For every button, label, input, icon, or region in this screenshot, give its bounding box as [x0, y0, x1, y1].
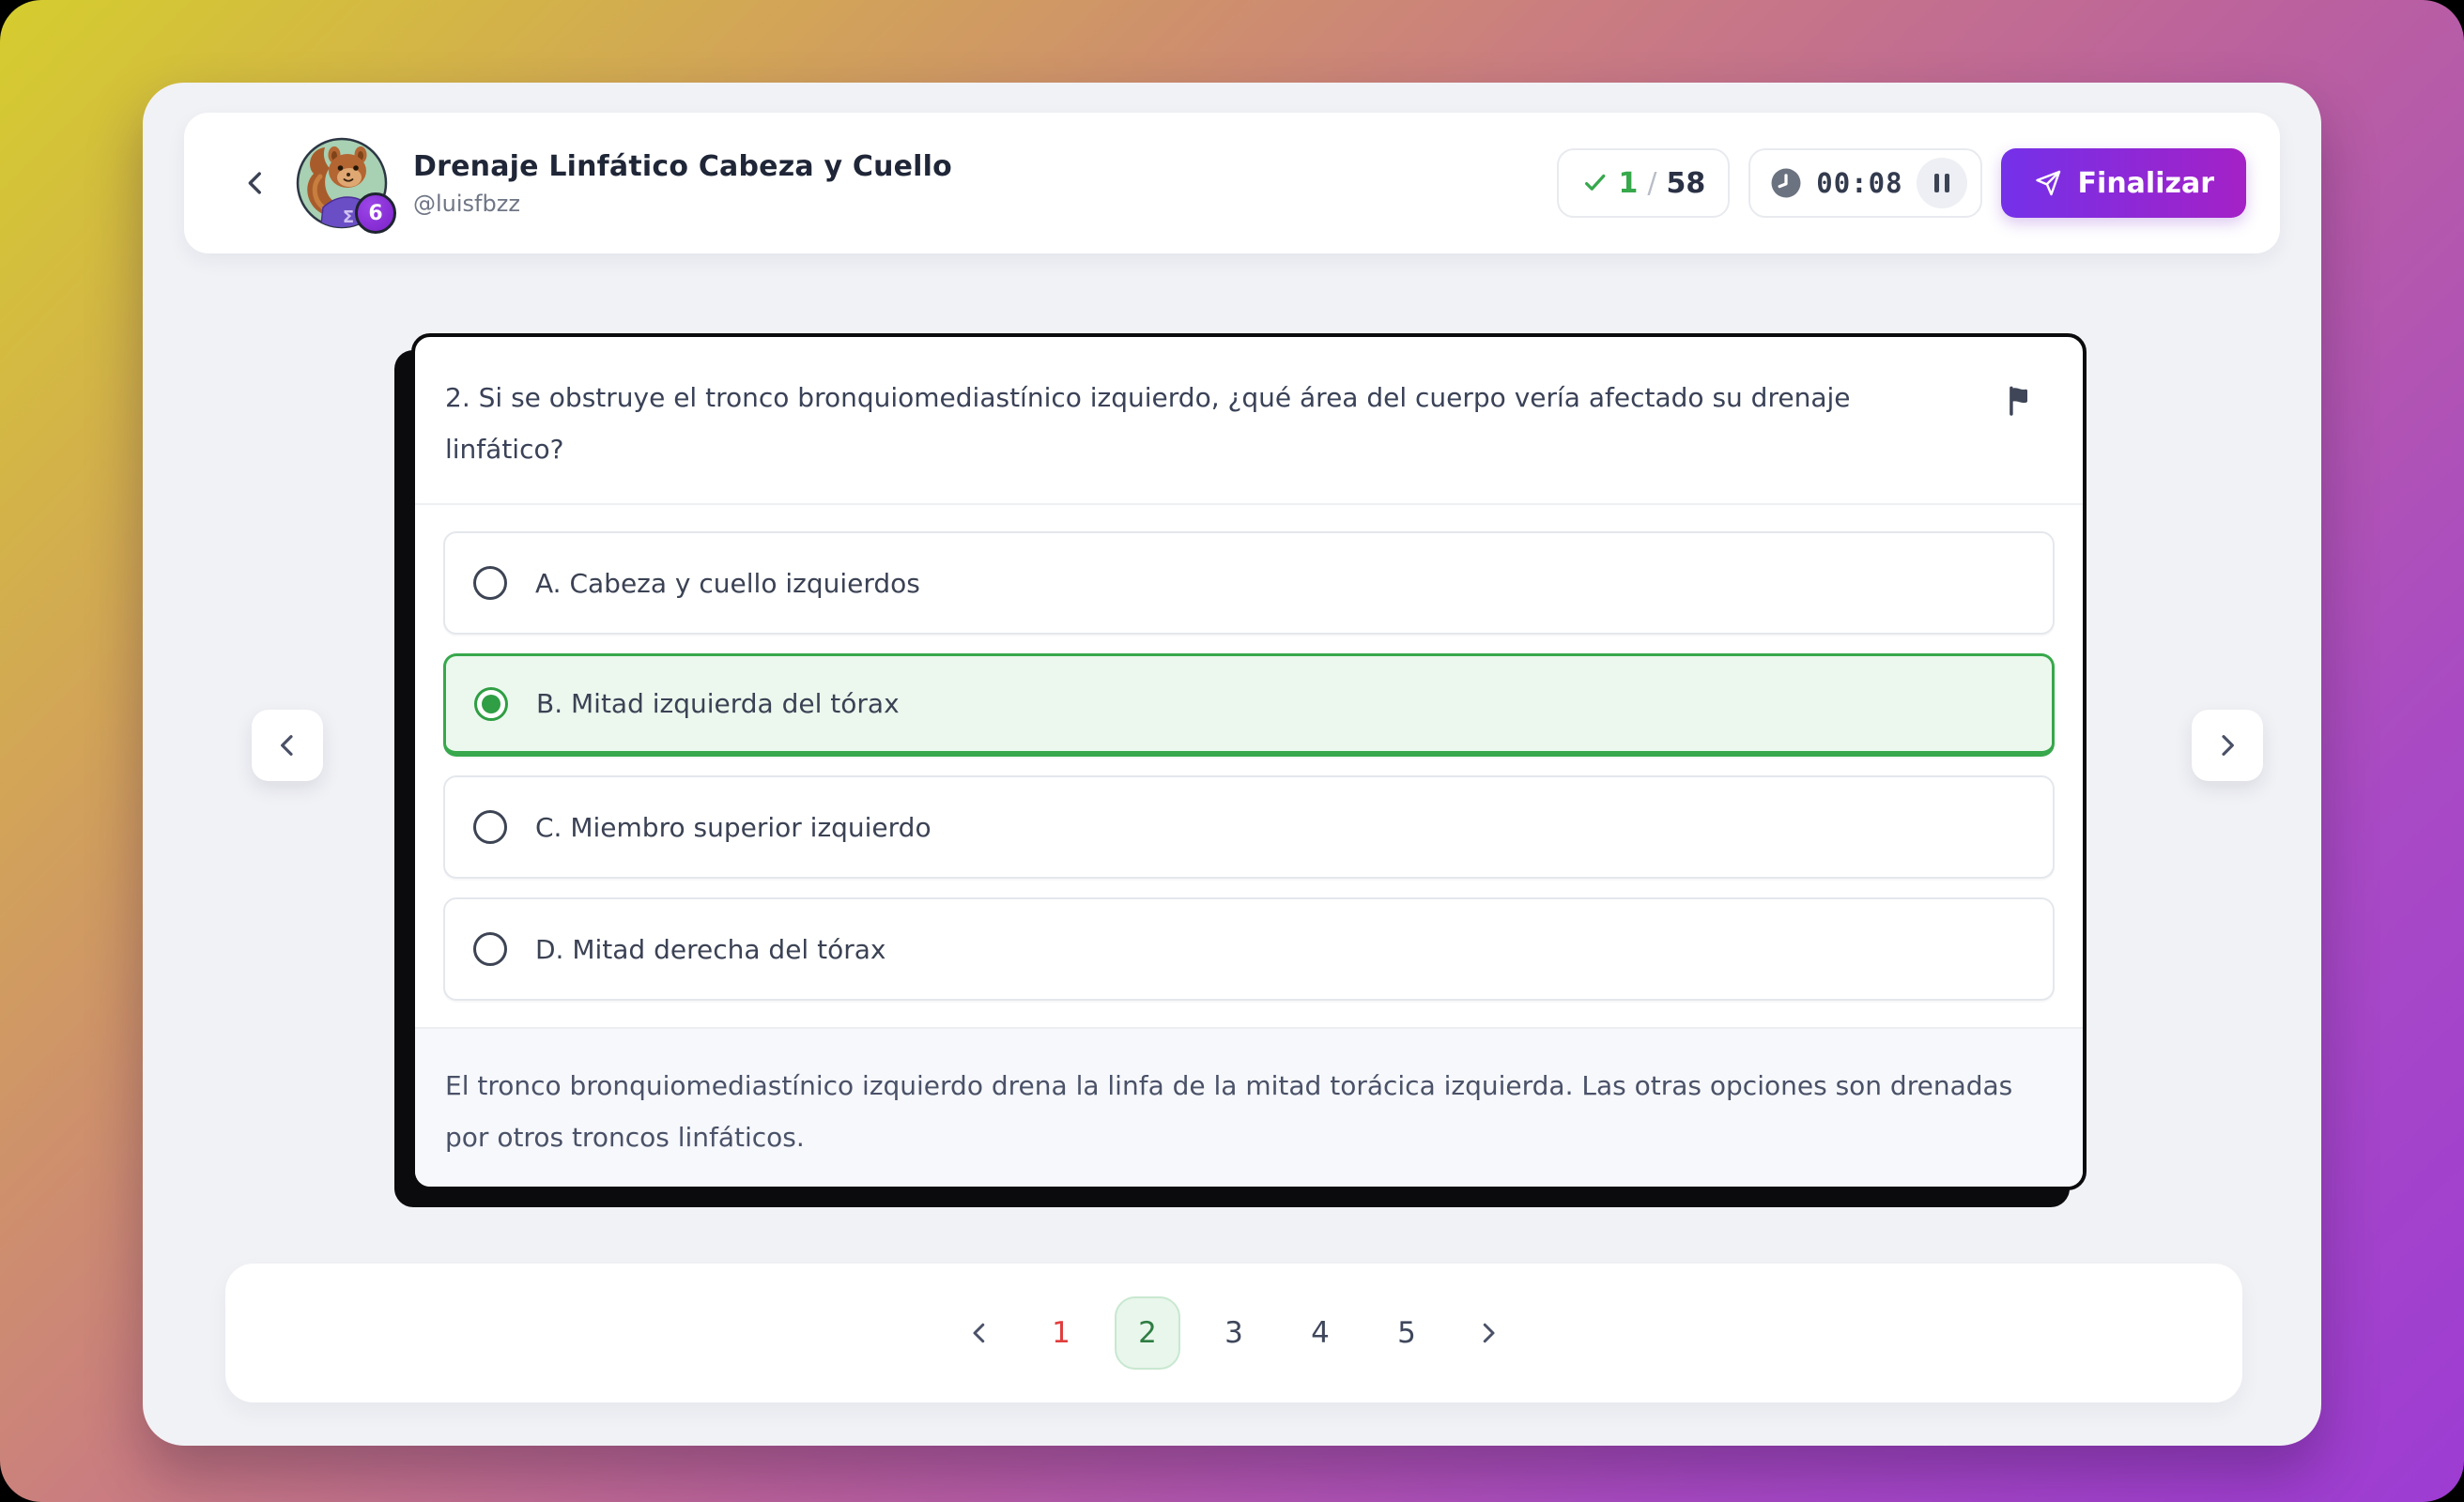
radio-unchecked-icon	[473, 932, 507, 966]
chevron-left-icon	[965, 1319, 993, 1347]
header-titles: Drenaje Linfático Cabeza y Cuello @luisf…	[413, 150, 952, 217]
option-b-selected[interactable]: B. Mitad izquierda del tórax	[443, 653, 2055, 757]
username: @luisfbzz	[413, 191, 952, 217]
finalize-label: Finalizar	[2078, 167, 2214, 200]
page-button-4[interactable]: 4	[1287, 1296, 1353, 1370]
header-actions: 1 / 58 00:08 Finalizar	[1557, 148, 2247, 218]
back-button[interactable]	[233, 161, 278, 206]
option-c[interactable]: C. Miembro superior izquierdo	[443, 775, 2055, 879]
flag-icon	[2004, 382, 2040, 418]
option-label: C. Miembro superior izquierdo	[535, 812, 932, 843]
option-d[interactable]: D. Mitad derecha del tórax	[443, 897, 2055, 1001]
page-button-1[interactable]: 1	[1028, 1296, 1094, 1370]
total-count: 58	[1666, 167, 1705, 200]
radio-unchecked-icon	[473, 566, 507, 600]
option-a[interactable]: A. Cabeza y cuello izquierdos	[443, 531, 2055, 635]
options-list: A. Cabeza y cuello izquierdos B. Mitad i…	[415, 505, 2083, 1027]
option-label: B. Mitad izquierda del tórax	[536, 688, 900, 719]
question-card: 2. Si se obstruye el tronco bronquiomedi…	[411, 333, 2087, 1190]
svg-text:Σ: Σ	[343, 207, 354, 227]
pagination-bar: 1 2 3 4 5	[225, 1264, 2242, 1402]
progress-counter: 1 / 58	[1557, 148, 1731, 218]
timer: 00:08	[1748, 148, 1981, 218]
option-label: A. Cabeza y cuello izquierdos	[535, 568, 920, 599]
pagination-prev-button[interactable]	[951, 1305, 1008, 1361]
send-icon	[2033, 168, 2063, 198]
chevron-right-icon	[2212, 730, 2242, 760]
clock-icon	[1769, 166, 1803, 200]
answered-count: 1	[1619, 167, 1639, 200]
pause-button[interactable]	[1917, 158, 1967, 208]
page-button-3[interactable]: 3	[1201, 1296, 1267, 1370]
timer-value: 00:08	[1816, 167, 1902, 199]
check-icon	[1581, 169, 1609, 197]
pagination-next-button[interactable]	[1460, 1305, 1517, 1361]
chevron-right-icon	[1474, 1319, 1502, 1347]
previous-question-button[interactable]	[252, 710, 323, 781]
flag-question-button[interactable]	[1998, 376, 2045, 423]
option-label: D. Mitad derecha del tórax	[535, 934, 886, 965]
question-header: 2. Si se obstruye el tronco bronquiomedi…	[415, 337, 2083, 505]
chevron-left-icon	[272, 730, 302, 760]
question-text: 2. Si se obstruye el tronco bronquiomedi…	[445, 373, 1998, 475]
radio-checked-icon	[474, 687, 508, 721]
page-button-2-current[interactable]: 2	[1115, 1296, 1180, 1370]
next-question-button[interactable]	[2192, 710, 2263, 781]
quiz-app-panel: Σ 6 Drenaje Linfático Cabeza y Cuello @l…	[143, 83, 2321, 1446]
page-title: Drenaje Linfático Cabeza y Cuello	[413, 150, 952, 183]
page-button-5[interactable]: 5	[1374, 1296, 1440, 1370]
finalize-button[interactable]: Finalizar	[2001, 148, 2246, 218]
chevron-left-icon	[239, 167, 271, 199]
avatar[interactable]: Σ 6	[295, 136, 389, 230]
answer-explanation: El tronco bronquiomediastínico izquierdo…	[415, 1027, 2083, 1190]
level-badge: 6	[355, 192, 396, 234]
progress-divider: /	[1647, 167, 1656, 200]
pause-icon	[1934, 174, 1939, 192]
radio-unchecked-icon	[473, 810, 507, 844]
header-bar: Σ 6 Drenaje Linfático Cabeza y Cuello @l…	[184, 113, 2280, 253]
